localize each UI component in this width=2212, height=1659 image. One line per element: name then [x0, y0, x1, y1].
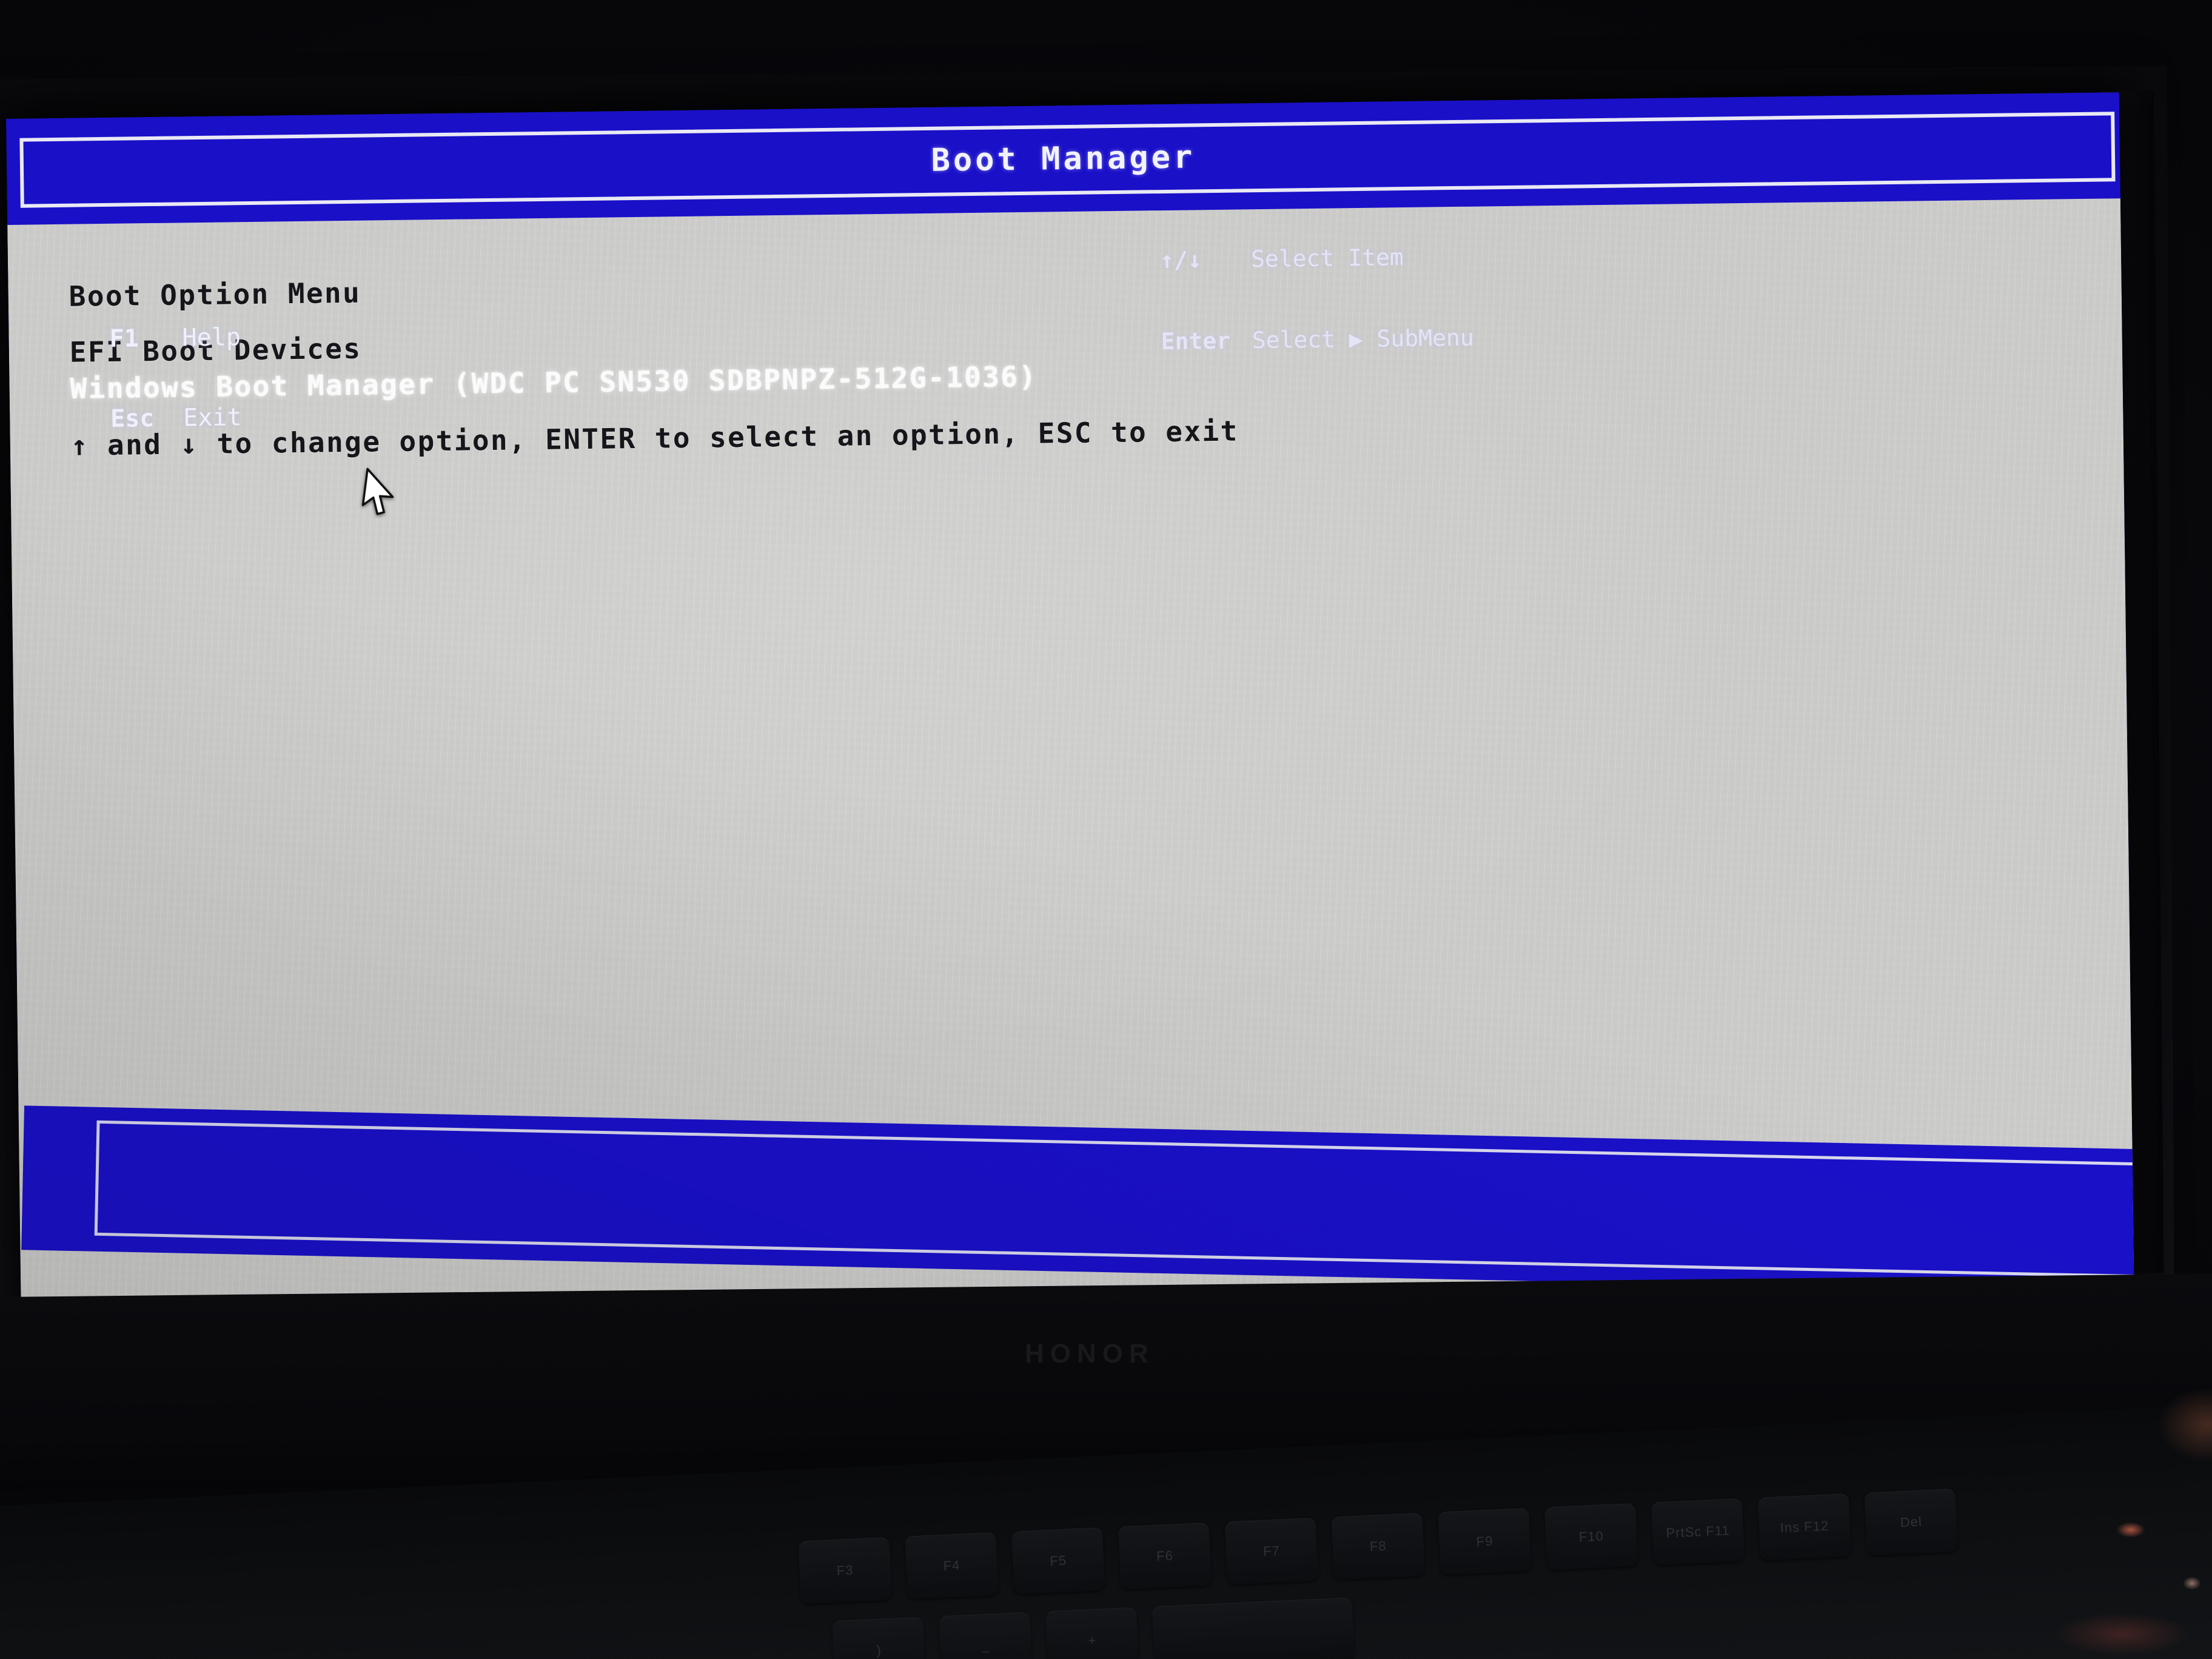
- navigation-hint-text: ↑ and ↓ to change option, ENTER to selec…: [70, 414, 1239, 462]
- help-action-help: Help: [182, 323, 241, 352]
- key-plus[interactable]: +: [1045, 1607, 1139, 1659]
- keyboard-number-row: ) _ +: [832, 1597, 1355, 1659]
- key-f9[interactable]: F9: [1438, 1507, 1532, 1575]
- key-f4[interactable]: F4: [905, 1532, 999, 1600]
- key-f3[interactable]: F3: [798, 1537, 892, 1604]
- help-key-esc: Esc: [110, 404, 155, 433]
- page-title: Boot Manager: [931, 138, 1196, 179]
- help-item-select-item: ↑/↓ Select Item: [1160, 243, 1473, 273]
- help-action-select-item: Select Item: [1250, 243, 1404, 272]
- help-key-f1: F1: [109, 324, 139, 353]
- key-f12-ins[interactable]: Ins F12: [1757, 1493, 1852, 1561]
- key-f6[interactable]: F6: [1118, 1522, 1212, 1590]
- help-item-f1-help[interactable]: F1 Help: [109, 323, 255, 353]
- key-f5[interactable]: F5: [1011, 1527, 1105, 1595]
- key-f11-prtsc[interactable]: PrtSc F11: [1651, 1498, 1745, 1566]
- key-backspace[interactable]: [1151, 1597, 1355, 1659]
- key-f8[interactable]: F8: [1331, 1512, 1426, 1580]
- help-item-esc-exit[interactable]: Esc Exit: [110, 403, 256, 433]
- help-key-enter: Enter: [1161, 327, 1231, 355]
- key-paren-close[interactable]: ): [832, 1617, 926, 1659]
- key-delete[interactable]: Del: [1864, 1489, 1959, 1556]
- help-key-arrows: ↑/↓: [1159, 246, 1202, 273]
- laptop-screen: Boot Manager Boot Option Menu EFI Boot D…: [6, 92, 2134, 1316]
- help-bar: [21, 1105, 2134, 1294]
- mouse-cursor-icon: [361, 468, 394, 515]
- brand-logo: HONOR: [1025, 1339, 1155, 1369]
- key-f10[interactable]: F10: [1544, 1503, 1638, 1570]
- help-action-exit: Exit: [183, 403, 242, 432]
- key-f7[interactable]: F7: [1224, 1517, 1319, 1585]
- bios-boot-manager-screen: Boot Manager Boot Option Menu EFI Boot D…: [6, 92, 2134, 1316]
- help-bar-frame: [94, 1120, 2134, 1278]
- key-minus[interactable]: _: [939, 1612, 1033, 1659]
- help-bar-right-group: ↑/↓ Select Item Enter Select ▶ SubMenu: [1159, 198, 1475, 410]
- keyboard-function-row: F3 F4 F5 F6 F7 F8 F9 F10 PrtSc F11 Ins F…: [798, 1489, 1959, 1604]
- main-content: Boot Option Menu EFI Boot Devices Window…: [7, 198, 2134, 1316]
- help-action-select-submenu: Select ▶ SubMenu: [1252, 324, 1475, 354]
- photograph-of-laptop-screen: Boot Manager Boot Option Menu EFI Boot D…: [0, 0, 2212, 1659]
- help-item-enter-submenu: Enter Select ▶ SubMenu: [1161, 324, 1474, 355]
- boot-option-menu-heading: Boot Option Menu: [69, 276, 361, 313]
- help-bar-left-group: F1 Help Esc Exit: [109, 270, 257, 486]
